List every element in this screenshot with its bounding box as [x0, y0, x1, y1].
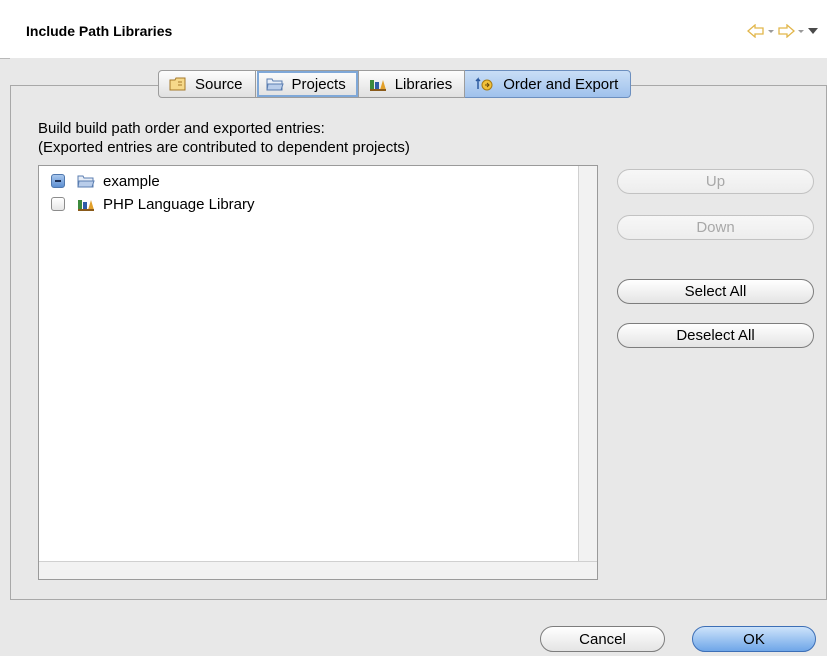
description: Build build path order and exported entr… — [38, 119, 410, 157]
chevron-down-icon[interactable] — [797, 24, 805, 38]
chevron-down-icon[interactable] — [767, 24, 775, 38]
list-item[interactable]: PHP Language Library — [51, 194, 255, 214]
ok-button[interactable]: OK — [692, 626, 816, 652]
description-line: Build build path order and exported entr… — [38, 120, 325, 137]
description-line: (Exported entries are contributed to dep… — [38, 139, 410, 156]
deselect-all-button[interactable]: Deselect All — [617, 323, 814, 348]
tab-libraries[interactable]: Libraries — [358, 70, 466, 98]
entry-label: example — [103, 172, 160, 190]
dialog-header: Include Path Libraries — [0, 0, 827, 59]
tab-bar: Source Projects Libraries Order and Expo… — [158, 70, 632, 98]
project-folder-icon — [77, 173, 95, 189]
list-item[interactable]: example — [51, 171, 160, 191]
tab-label: Order and Export — [503, 75, 619, 93]
tab-order-and-export[interactable]: Order and Export — [465, 70, 632, 98]
select-all-button[interactable]: Select All — [617, 279, 814, 304]
source-folder-icon — [169, 76, 187, 92]
entries-list[interactable]: example PHP Language Library — [38, 165, 598, 580]
cancel-button[interactable]: Cancel — [540, 626, 665, 652]
entry-checkbox[interactable] — [51, 197, 65, 211]
entry-checkbox[interactable] — [51, 174, 65, 188]
tab-label: Projects — [291, 75, 346, 93]
page-title: Include Path Libraries — [26, 23, 173, 39]
tab-label: Source — [195, 75, 243, 93]
entry-label: PHP Language Library — [103, 195, 255, 213]
down-button[interactable]: Down — [617, 215, 814, 240]
library-icon — [369, 76, 387, 92]
nav-arrows — [747, 24, 819, 38]
view-menu-icon[interactable] — [807, 24, 819, 38]
tab-label: Libraries — [394, 75, 453, 93]
tab-projects[interactable]: Projects — [255, 70, 359, 98]
project-folder-icon — [265, 76, 284, 92]
back-arrow-icon[interactable] — [747, 24, 765, 38]
vertical-scrollbar[interactable] — [578, 166, 597, 562]
tab-source[interactable]: Source — [158, 70, 256, 98]
forward-arrow-icon[interactable] — [777, 24, 795, 38]
library-icon — [77, 196, 95, 212]
up-button[interactable]: Up — [617, 169, 814, 194]
horizontal-scrollbar[interactable] — [39, 561, 597, 579]
order-export-icon — [475, 76, 495, 92]
